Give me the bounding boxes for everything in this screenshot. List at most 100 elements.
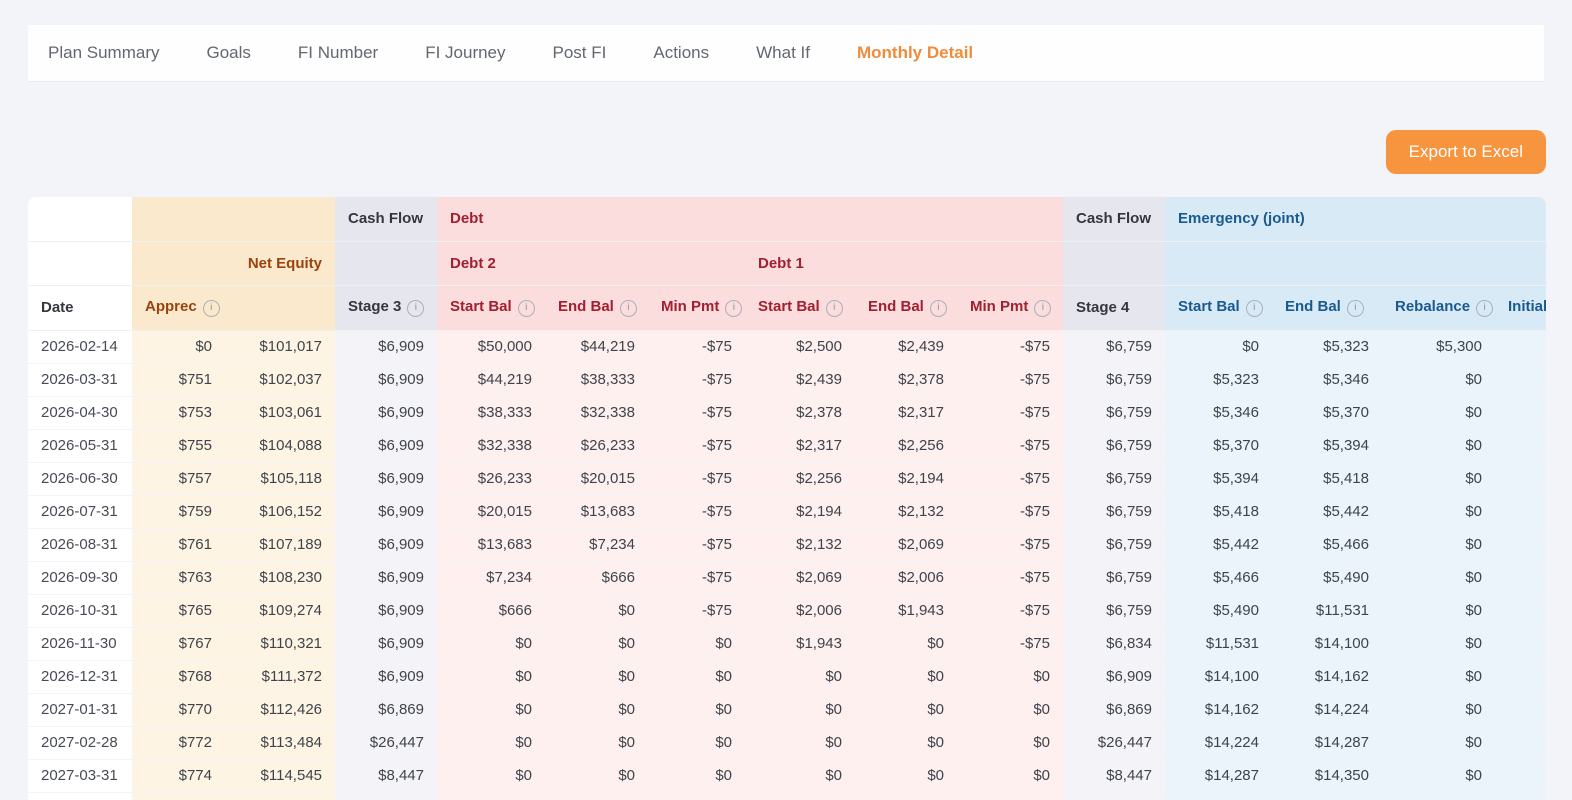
cell-debt1-start-bal: $2,132	[745, 528, 855, 561]
tab-goals[interactable]: Goals	[206, 43, 250, 63]
cell-debt1-end-bal: $2,439	[855, 330, 957, 363]
cell-net-equity-value: $106,152	[225, 495, 335, 528]
debt-group-label: Debt	[437, 197, 1063, 241]
cell-emergency-end-bal: $14,162	[1272, 660, 1382, 693]
cell-debt2-end-bal: $666	[545, 561, 648, 594]
cell-debt2-end-bal: $0	[545, 759, 648, 792]
monthly-detail-table-card: Cash Flow Debt Cash Flow Emergency (join…	[28, 197, 1546, 800]
cell-debt2-end-bal: $20,015	[545, 462, 648, 495]
cell-debt1-end-bal: $0	[855, 693, 957, 726]
cell-stage4: $6,759	[1063, 495, 1165, 528]
cell-stage3: $8,447	[335, 759, 437, 792]
cell-stage3: $6,909	[335, 594, 437, 627]
tab-monthly-detail[interactable]: Monthly Detail	[857, 43, 973, 63]
cell-stage4: $6,834	[1063, 627, 1165, 660]
cell-emergency-start-bal: $5,466	[1165, 561, 1272, 594]
cell-stage3: $26,447	[335, 726, 437, 759]
cell-initial	[1495, 330, 1546, 363]
cell-initial	[1495, 528, 1546, 561]
cell-initial	[1495, 693, 1546, 726]
cell-stage3: $6,909	[335, 627, 437, 660]
cell-debt1-start-bal: $2,006	[745, 594, 855, 627]
cell-initial	[1495, 627, 1546, 660]
info-icon[interactable]: i	[1347, 300, 1364, 317]
cell-emergency-start-bal: $5,323	[1165, 363, 1272, 396]
cell-emergency-end-bal: $14,350	[1272, 759, 1382, 792]
cell-debt2-min-pmt: -$75	[648, 462, 745, 495]
cell-debt1-end-bal: $0	[855, 759, 957, 792]
col-header-debt2-start-bal: Start Bali	[437, 285, 545, 330]
col-header-debt1-min-pmt: Min Pmti	[957, 285, 1063, 330]
cell-stage4: $6,759	[1063, 363, 1165, 396]
cell-rebalance: $0	[1382, 495, 1495, 528]
export-to-excel-button[interactable]: Export to Excel	[1386, 130, 1546, 174]
cell-date: 2026-02-14	[28, 330, 132, 363]
cell-emergency-end-bal: $5,418	[1272, 462, 1382, 495]
cell-apprec: $759	[132, 495, 225, 528]
tab-post-fi[interactable]: Post FI	[553, 43, 607, 63]
cell-debt1-min-pmt: -$75	[957, 396, 1063, 429]
cell-emergency-start-bal: $11,531	[1165, 627, 1272, 660]
tab-fi-journey[interactable]: FI Journey	[425, 43, 505, 63]
cell-initial	[1495, 792, 1546, 800]
info-icon[interactable]: i	[407, 300, 424, 317]
group-header-row-1: Cash Flow Debt Cash Flow Emergency (join…	[28, 197, 1546, 241]
info-icon[interactable]: i	[826, 300, 843, 317]
info-icon[interactable]: i	[203, 300, 220, 317]
info-icon[interactable]: i	[1246, 300, 1263, 317]
cell-debt2-end-bal	[545, 792, 648, 800]
cell-debt1-start-bal: $0	[745, 693, 855, 726]
table-row: 2026-05-31$755$104,088$6,909$32,338$26,2…	[28, 429, 1546, 462]
cell-debt1-start-bal: $2,317	[745, 429, 855, 462]
tab-what-if[interactable]: What If	[756, 43, 810, 63]
cell-debt1-end-bal: $2,132	[855, 495, 957, 528]
cell-date: 2026-12-31	[28, 660, 132, 693]
cell-debt1-end-bal	[855, 792, 957, 800]
cell-net-equity-value: $110,321	[225, 627, 335, 660]
cell-debt2-start-bal: $0	[437, 759, 545, 792]
cell-apprec: $761	[132, 528, 225, 561]
table-row: 2027-02-28$772$113,484$26,447$0$0$0$0$0$…	[28, 726, 1546, 759]
info-icon[interactable]: i	[725, 300, 742, 317]
tab-plan-summary[interactable]: Plan Summary	[48, 43, 159, 63]
cell-apprec: $774	[132, 759, 225, 792]
cell-debt2-start-bal: $7,234	[437, 561, 545, 594]
info-icon[interactable]: i	[620, 300, 637, 317]
cell-rebalance: $0	[1382, 627, 1495, 660]
cell-apprec: $768	[132, 660, 225, 693]
cell-initial	[1495, 495, 1546, 528]
cell-debt1-min-pmt	[957, 792, 1063, 800]
cell-initial	[1495, 396, 1546, 429]
cell-emergency-start-bal: $5,370	[1165, 429, 1272, 462]
cell-net-equity-value: $102,037	[225, 363, 335, 396]
cell-debt1-start-bal: $2,069	[745, 561, 855, 594]
cell-stage4: $6,759	[1063, 462, 1165, 495]
cell-initial	[1495, 759, 1546, 792]
cell-debt1-start-bal: $2,194	[745, 495, 855, 528]
cell-debt2-end-bal: $0	[545, 660, 648, 693]
cell-emergency-end-bal: $5,466	[1272, 528, 1382, 561]
col-header-debt2-min-pmt: Min Pmti	[648, 285, 745, 330]
tab-fi-number[interactable]: FI Number	[298, 43, 378, 63]
cell-date	[28, 792, 132, 800]
info-icon[interactable]: i	[930, 300, 947, 317]
cell-initial	[1495, 660, 1546, 693]
cell-debt2-end-bal: $32,338	[545, 396, 648, 429]
cell-debt1-min-pmt: -$75	[957, 561, 1063, 594]
table-body: 2026-02-14$0$101,017$6,909$50,000$44,219…	[28, 330, 1546, 800]
cell-stage3: $6,909	[335, 330, 437, 363]
tab-actions[interactable]: Actions	[653, 43, 709, 63]
cell-debt2-end-bal: $0	[545, 627, 648, 660]
cell-date: 2026-10-31	[28, 594, 132, 627]
info-icon[interactable]: i	[1034, 300, 1051, 317]
col-header-emergency-start-bal: Start Bali	[1165, 285, 1272, 330]
info-icon[interactable]: i	[1476, 300, 1493, 317]
info-icon[interactable]: i	[518, 300, 535, 317]
cell-initial	[1495, 429, 1546, 462]
cell-emergency-start-bal: $0	[1165, 330, 1272, 363]
export-row: Export to Excel	[28, 130, 1546, 174]
cell-rebalance: $0	[1382, 759, 1495, 792]
table-row: 2026-11-30$767$110,321$6,909$0$0$0$1,943…	[28, 627, 1546, 660]
cell-debt2-start-bal: $50,000	[437, 330, 545, 363]
cell-net-equity-value: $113,484	[225, 726, 335, 759]
